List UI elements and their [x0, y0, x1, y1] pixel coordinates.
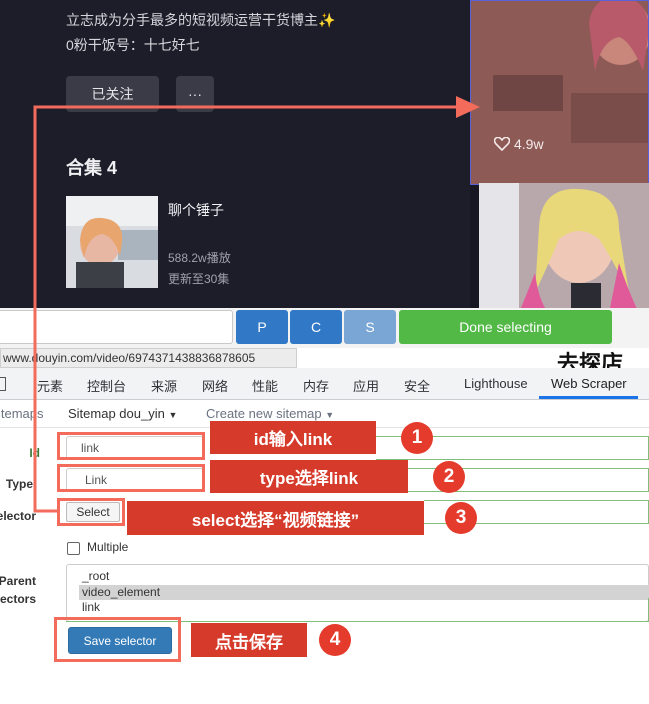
screenshot-root: 立志成为分手最多的短视频运营干货博主✨ 0粉干饭号：十七好七 已关注 ··· 合… — [0, 0, 649, 704]
annotation-arrow — [33, 96, 480, 513]
